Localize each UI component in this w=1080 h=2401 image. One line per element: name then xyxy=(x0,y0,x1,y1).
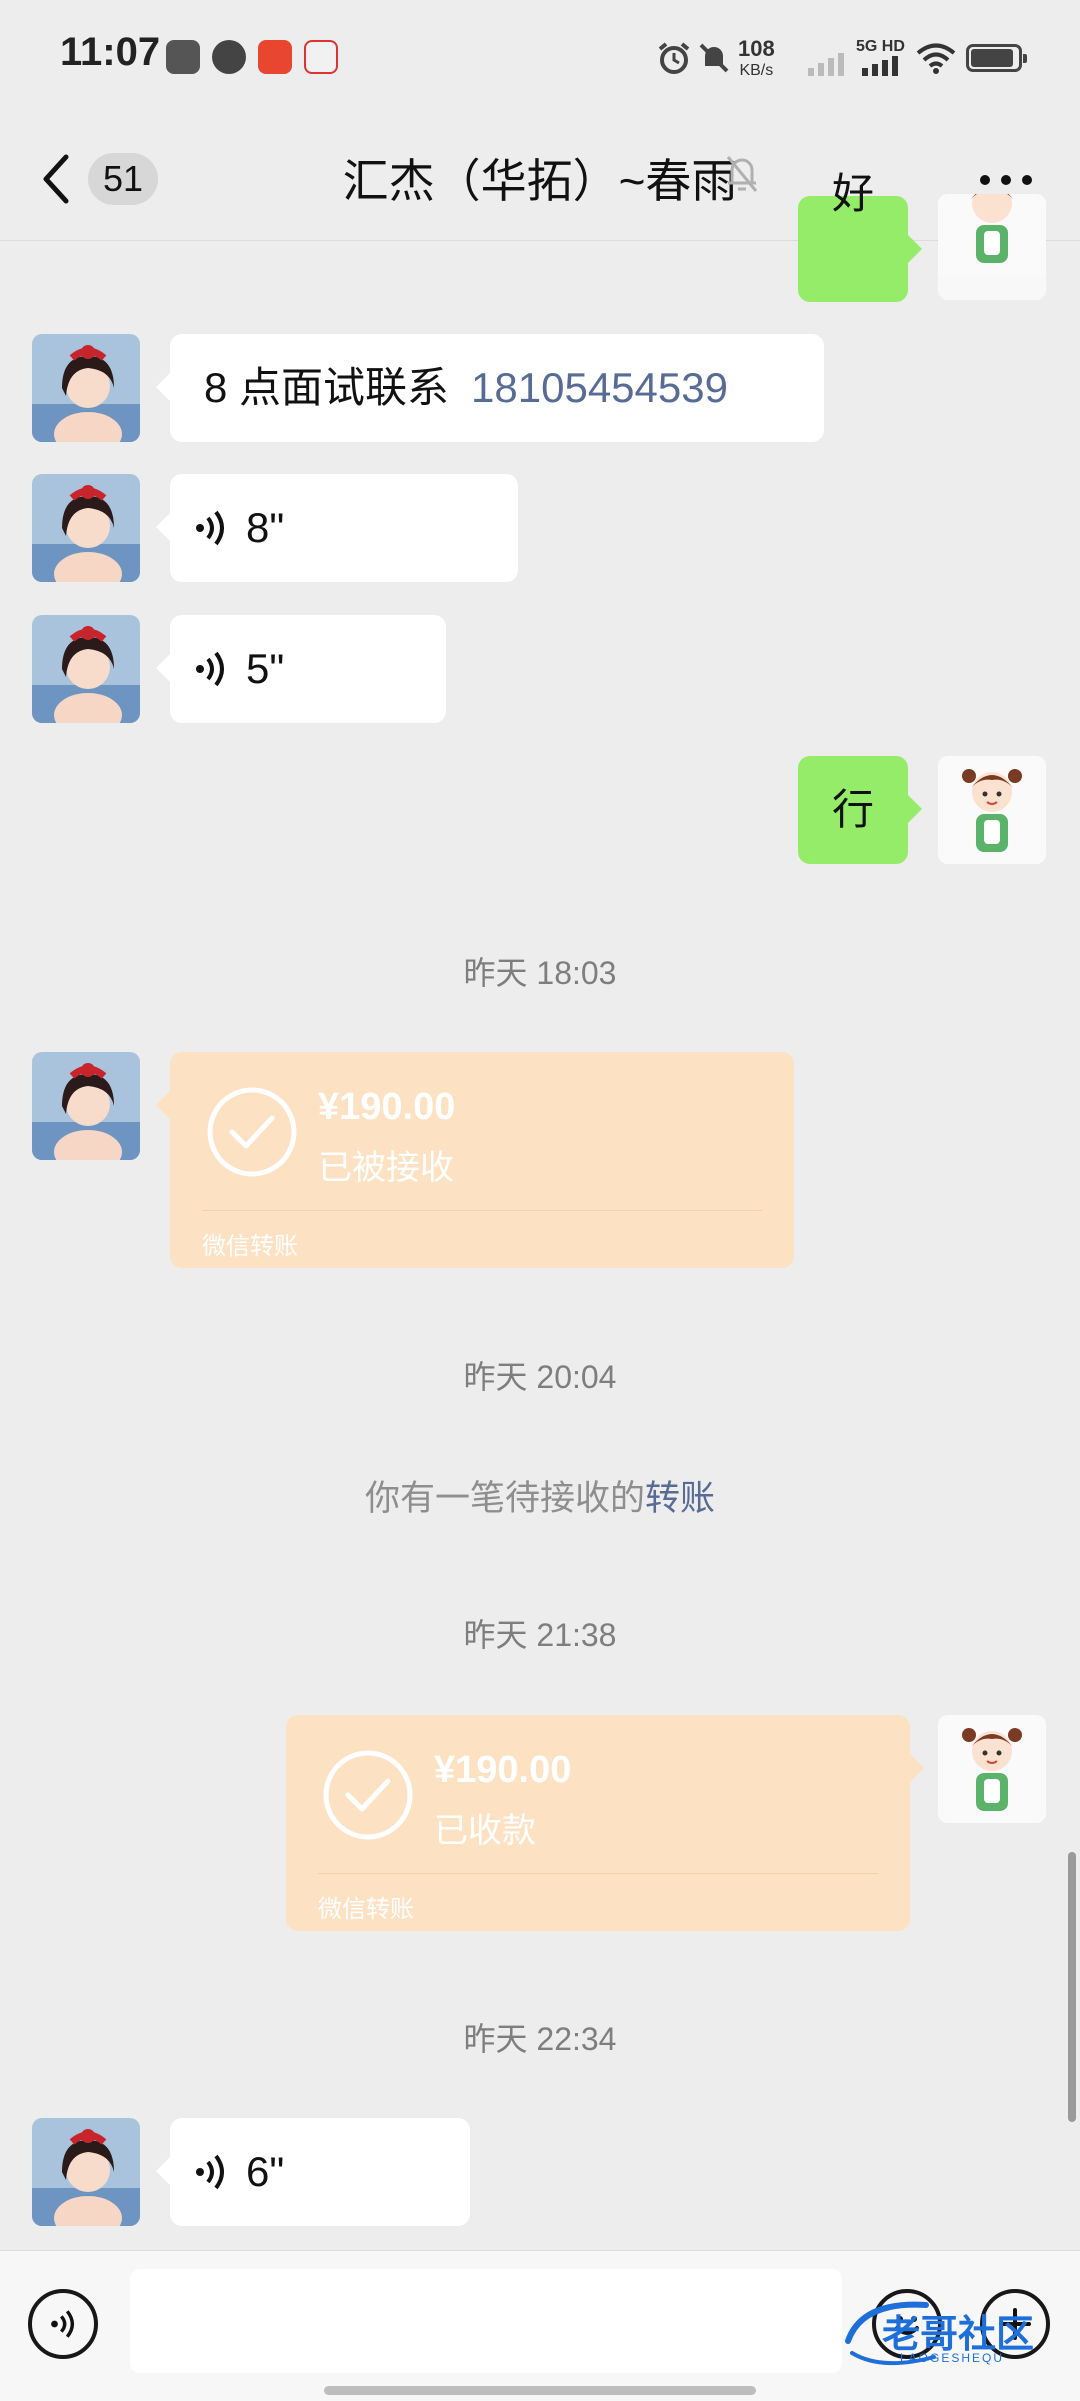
text-bubble-self[interactable]: 行 xyxy=(798,756,922,864)
contact-avatar[interactable] xyxy=(32,1052,140,1160)
battery-icon xyxy=(966,44,1027,72)
voice-duration: 5" xyxy=(246,645,285,692)
self-avatar-image xyxy=(938,194,1046,275)
transfer-footer: 微信转账 xyxy=(202,1233,298,1260)
game-app-icon xyxy=(258,40,292,74)
transfer-amount: ¥190.00 xyxy=(434,1749,572,1791)
timestamp-label: 昨天 20:04 xyxy=(463,1359,617,1395)
more-options-button[interactable] xyxy=(976,165,1036,195)
signal-weak-icon xyxy=(808,53,844,76)
alarm-icon xyxy=(658,42,690,74)
chat-header: 51 汇杰（华拓）~春雨 xyxy=(0,115,1080,241)
contact-avatar[interactable] xyxy=(32,334,140,442)
message-text: 8 点面试联系 xyxy=(204,364,450,411)
system-message: 你有一笔待接收的转账 xyxy=(0,1470,1080,1521)
self-avatar[interactable] xyxy=(938,194,1046,300)
self-avatar-image xyxy=(938,756,1046,864)
self-avatar[interactable] xyxy=(938,1715,1046,1823)
transfer-status: 已被接收 xyxy=(318,1149,454,1187)
more-dots-icon xyxy=(1001,175,1011,185)
chat-scrollbar[interactable] xyxy=(1068,1852,1076,2122)
transfer-link[interactable]: 转账 xyxy=(645,1479,715,1518)
voice-message[interactable]: 5" xyxy=(156,615,446,723)
contact-avatar-image xyxy=(32,334,140,442)
phone-number-link[interactable]: 18105454539 xyxy=(471,364,728,411)
voice-mode-button[interactable] xyxy=(28,2289,98,2359)
contact-avatar[interactable] xyxy=(32,615,140,723)
calendar-app-icon xyxy=(166,40,200,74)
status-bar: 11:07 108 KB/s 5G HD xyxy=(0,0,1080,115)
self-avatar[interactable] xyxy=(938,756,1046,864)
transfer-divider xyxy=(202,1210,762,1211)
network-type-label: 5G HD xyxy=(856,38,905,55)
more-dots-icon xyxy=(1022,175,1032,185)
signal-strong-icon xyxy=(862,56,898,76)
transfer-card[interactable]: ¥190.00 已被接收 微信转账 xyxy=(156,1052,794,1268)
contact-avatar[interactable] xyxy=(32,2118,140,2226)
timestamp-label: 昨天 21:38 xyxy=(463,1617,617,1653)
mute-bell-icon xyxy=(726,156,758,192)
transfer-divider xyxy=(318,1873,878,1874)
chat-title[interactable]: 汇杰（华拓）~春雨 xyxy=(0,145,1080,211)
more-dots-icon xyxy=(980,175,990,185)
voice-duration: 6" xyxy=(246,2148,285,2195)
voice-message[interactable]: 8" xyxy=(156,474,518,582)
voice-wave-icon xyxy=(196,651,224,687)
text-bubble-contact[interactable]: 8 点面试联系 18105454539 xyxy=(156,334,824,442)
transfer-check-icon xyxy=(323,1750,413,1840)
message-input[interactable] xyxy=(130,2269,842,2373)
contact-avatar[interactable] xyxy=(32,474,140,582)
check-app-icon xyxy=(212,40,246,74)
status-time: 11:07 xyxy=(60,30,161,74)
transfer-footer: 微信转账 xyxy=(318,1896,414,1923)
network-speed: 108 KB/s xyxy=(738,38,775,82)
network-speed-value: 108 xyxy=(738,36,775,61)
voice-message[interactable]: 6" xyxy=(156,2118,470,2226)
contact-avatar-image xyxy=(32,615,140,723)
watermark-logo: 老哥社区 LAOGESHEQU xyxy=(842,2295,1068,2373)
contact-avatar-image xyxy=(32,1052,140,1160)
message-text: 行 xyxy=(831,786,874,833)
contact-avatar-image xyxy=(32,474,140,582)
message-text: 好 xyxy=(831,170,874,217)
timestamp-label: 昨天 22:34 xyxy=(463,2021,617,2057)
silent-bell-icon xyxy=(699,43,729,73)
transfer-amount: ¥190.00 xyxy=(318,1086,456,1128)
text-bubble-self[interactable]: 好 xyxy=(798,170,922,302)
watermark-subtext: LAOGESHEQU xyxy=(900,2351,1005,2365)
home-indicator[interactable] xyxy=(324,2386,756,2395)
wifi-icon xyxy=(916,43,956,74)
network-speed-unit: KB/s xyxy=(739,62,774,79)
voice-wave-icon xyxy=(196,510,224,546)
voice-mode-icon xyxy=(51,2310,75,2338)
contact-avatar-image xyxy=(32,2118,140,2226)
self-avatar-image xyxy=(938,1715,1046,1823)
map-app-icon xyxy=(304,40,338,74)
transfer-check-icon xyxy=(207,1087,297,1177)
voice-wave-icon xyxy=(196,2154,224,2190)
transfer-status: 已收款 xyxy=(434,1812,536,1850)
watermark-text: 老哥社区 xyxy=(882,2314,1035,2356)
system-message-text: 你有一笔待接收的 xyxy=(364,1479,645,1518)
voice-duration: 8" xyxy=(246,504,285,551)
transfer-card[interactable]: ¥190.00 已收款 微信转账 xyxy=(286,1715,924,1931)
timestamp-label: 昨天 18:03 xyxy=(463,955,617,991)
